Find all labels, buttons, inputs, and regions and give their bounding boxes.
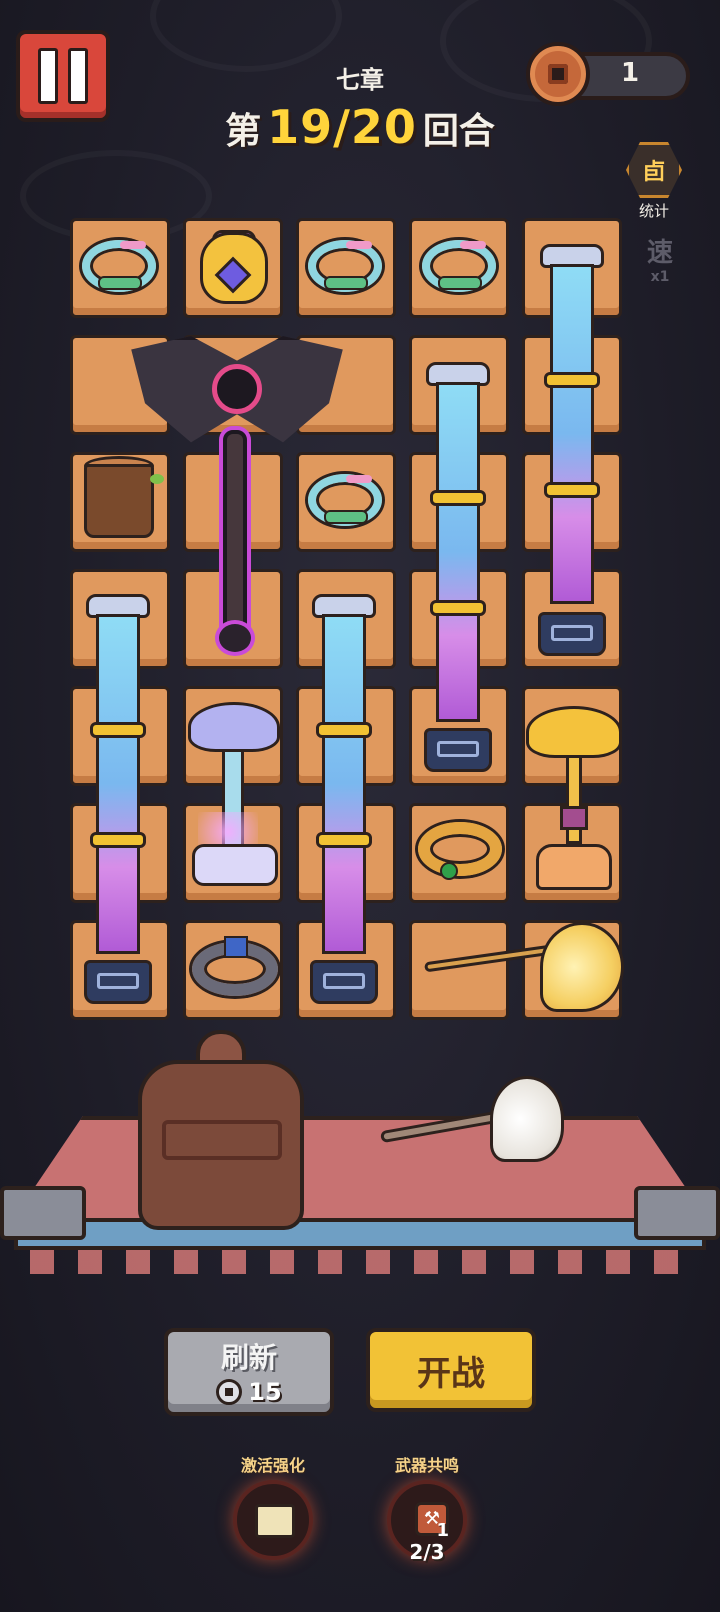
stats-button[interactable]: 卣 统计	[622, 142, 686, 220]
speed-multiplier: x1	[650, 269, 670, 285]
grid-slot[interactable]	[409, 920, 509, 1020]
gem-icon	[440, 862, 458, 880]
refresh-label: 刷新	[220, 1341, 277, 1374]
golden-bangle-item[interactable]	[418, 822, 502, 876]
chapter-title: 七章	[336, 66, 384, 94]
coin-icon	[526, 42, 590, 106]
speed-label: 速	[646, 238, 673, 268]
golden-lotus-lamp-item[interactable]	[566, 754, 582, 844]
stats-icon: 卣	[626, 142, 682, 198]
round-prefix: 第	[225, 111, 262, 152]
leaf-icon	[150, 474, 164, 484]
cloud-pillar-item[interactable]	[536, 244, 608, 664]
jade-ring-item[interactable]	[82, 240, 156, 292]
refresh-cost: 15	[248, 1378, 282, 1406]
axe-core-icon	[212, 364, 262, 414]
jade-ring-item[interactable]	[308, 474, 382, 526]
pause-icon	[38, 48, 58, 104]
activate-enhance-label: 激活强化	[240, 1456, 305, 1475]
cloud-pillar-item[interactable]	[308, 594, 380, 1014]
weapon-resonance-label: 武器共鸣	[394, 1456, 459, 1475]
coin-count: 1	[620, 58, 640, 88]
refresh-button[interactable]: 刷新 15	[164, 1328, 334, 1416]
activate-enhance-button[interactable]: 激活强化	[218, 1452, 328, 1560]
round-number: 19/20	[267, 100, 417, 154]
jade-ring-item[interactable]	[422, 240, 496, 292]
pause-button[interactable]	[16, 30, 110, 122]
scroll-icon	[255, 1504, 295, 1538]
bench-front	[14, 1218, 706, 1250]
bench-clamp	[634, 1186, 720, 1240]
resonance-count: 2/3	[409, 1540, 445, 1564]
weapon-resonance-button[interactable]: 武器共鸣 ⚒ 1 2/3	[372, 1452, 482, 1564]
tree-stump-item[interactable]	[84, 464, 154, 538]
start-battle-label: 开战	[417, 1353, 485, 1394]
round-indicator: 第 19/20 回合	[160, 100, 560, 154]
resonance-badge: 1	[436, 1520, 449, 1541]
stats-label: 统计	[638, 202, 669, 220]
round-suffix: 回合	[422, 111, 495, 152]
coin-icon	[216, 1379, 243, 1405]
cloud-pillar-item[interactable]	[82, 594, 154, 1014]
shadow-axe-item[interactable]	[223, 430, 247, 650]
speed-button[interactable]: 速 x1	[630, 232, 690, 292]
bench-clamp	[0, 1186, 86, 1240]
cloud-pillar-item[interactable]	[422, 362, 494, 782]
start-battle-button[interactable]: 开战	[366, 1328, 536, 1412]
jade-ring-item[interactable]	[308, 240, 382, 292]
